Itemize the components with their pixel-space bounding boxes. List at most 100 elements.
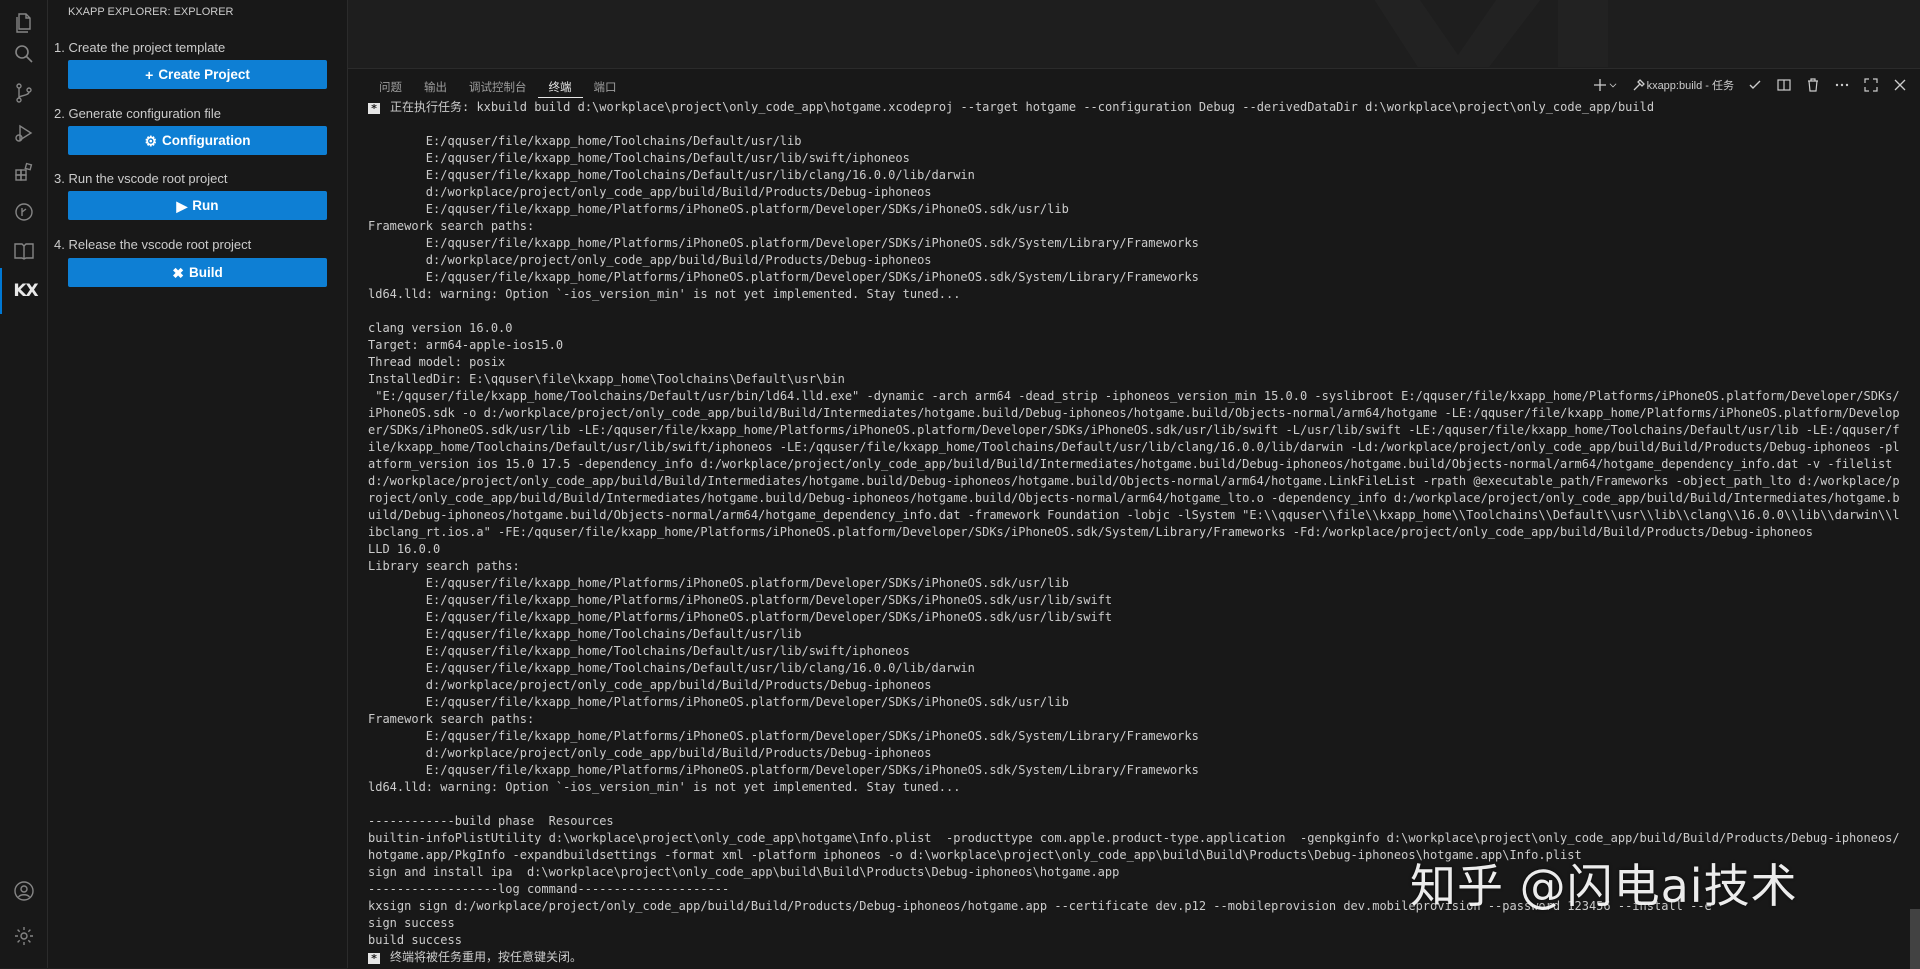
terminal-line-text: E:/qquser/file/kxapp_home/Platforms/iPho… [368,593,1113,607]
terminal-line-text: ------------------log command-----------… [368,882,730,896]
terminal-line-text: E:/qquser/file/kxapp_home/Platforms/iPho… [368,202,1069,216]
terminal-line-text: E:/qquser/file/kxapp_home/Platforms/iPho… [368,236,1199,250]
terminal-line: E:/qquser/file/kxapp_home/Platforms/iPho… [368,609,1900,626]
terminal-line-text: Framework search paths: [368,219,535,233]
check-icon [1749,80,1761,89]
terminal-line-text: Library search paths: [368,559,520,573]
gear-icon: ⚙ [144,132,158,149]
task-marker-icon: * [368,103,380,115]
terminal-line-text: E:/qquser/file/kxapp_home/Platforms/iPho… [368,270,1199,284]
terminal-output[interactable]: * 正在执行任务: kxbuild build d:\workplace\proj… [368,99,1900,965]
create-project-button[interactable]: + Create Project [68,60,327,89]
terminal-line: E:/qquser/file/kxapp_home/Toolchains/Def… [368,150,1900,167]
terminal-line: E:/qquser/file/kxapp_home/Toolchains/Def… [368,133,1900,150]
terminal-line: ------------build phase Resources [368,813,1900,830]
kill-terminal-button[interactable] [1805,77,1821,93]
terminal-scrollbar[interactable] [1910,909,1920,969]
terminal-line-text: LLD 16.0.0 [368,542,441,556]
configuration-label: Configuration [162,133,251,148]
terminal-line: * 终端将被任务重用，按任意键关闭。 [368,949,1900,965]
terminal-line: Framework search paths: [368,218,1900,235]
terminal-line: d:/workplace/project/only_code_app/build… [368,184,1900,201]
kx-extension-icon[interactable]: KX [0,268,49,314]
new-terminal-button[interactable] [1592,77,1618,93]
terminal-line: E:/qquser/file/kxapp_home/Toolchains/Def… [368,643,1900,660]
terminal-line-text: 终端将被任务重用，按任意键关闭。 [390,950,583,964]
terminal-line: Library search paths: [368,558,1900,575]
terminal-line-text: Target: arm64-apple-ios15.0 [368,338,564,352]
terminal-line-text: d:/workplace/project/only_code_app/build… [368,185,932,199]
terminal-line-text: build success [368,933,462,947]
terminal-line: "E:/qquser/file/kxapp_home/Toolchains/De… [368,388,1900,541]
terminal-line-text: E:/qquser/file/kxapp_home/Toolchains/Def… [368,661,975,675]
terminal-line-text: E:/qquser/file/kxapp_home/Toolchains/Def… [368,627,802,641]
plus-icon [1593,79,1606,91]
sidebar-title: KXAPP EXPLORER: EXPLORER [68,6,234,18]
terminal-name: kxapp:build - 任务 [1646,80,1734,92]
terminal-line-text: clang version 16.0.0 [368,321,513,335]
terminal-line: E:/qquser/file/kxapp_home/Platforms/iPho… [368,201,1900,218]
terminal-line: E:/qquser/file/kxapp_home/Platforms/iPho… [368,575,1900,592]
editor-area [348,0,1920,68]
account-icon[interactable] [0,868,47,914]
maximize-panel-button[interactable] [1863,77,1879,93]
terminal-line: Thread model: posix [368,354,1900,371]
terminal-line-text: ------------build phase Resources [368,814,614,828]
terminal-line-text: Framework search paths: [368,712,535,726]
terminal-panel: 问题 输出 调试控制台 终端 端口 kxapp:build - 任务 * 正在执… [348,68,1920,969]
close-icon [1894,79,1906,91]
task-marker-icon: * [368,953,380,965]
terminal-line: ld64.lld: warning: Option `-ios_version_… [368,286,1900,303]
terminal-line-text: d:/workplace/project/only_code_app/build… [368,253,932,267]
tools-icon: ✖ [172,264,184,281]
terminal-line-text: E:/qquser/file/kxapp_home/Toolchains/Def… [368,644,910,658]
terminal-line: d:/workplace/project/only_code_app/build… [368,745,1900,762]
tab-terminal[interactable]: 终端 [537,79,583,98]
close-panel-button[interactable] [1892,77,1908,93]
step-1-label: 1. Create the project template [54,40,226,55]
terminal-line: build success [368,932,1900,949]
step-2-label: 2. Generate configuration file [54,106,221,121]
terminal-line-text: InstalledDir: E:\qquser\file\kxapp_home\… [368,372,845,386]
split-terminal-button[interactable] [1776,77,1792,93]
terminal-line: E:/qquser/file/kxapp_home/Toolchains/Def… [368,167,1900,184]
terminal-line: ld64.lld: warning: Option `-ios_version_… [368,779,1900,796]
zhihu-watermark: 知乎 @闪电ai技术 [1410,859,1798,913]
tools-icon [1633,79,1645,91]
run-label: Run [192,198,219,213]
terminal-line-text: "E:/qquser/file/kxapp_home/Toolchains/De… [368,389,1900,539]
terminal-line: d:/workplace/project/only_code_app/build… [368,252,1900,269]
activity-bar: KX [0,0,48,968]
terminal-line-text: E:/qquser/file/kxapp_home/Toolchains/Def… [368,134,802,148]
terminal-line-text: E:/qquser/file/kxapp_home/Platforms/iPho… [368,576,1069,590]
more-actions-button[interactable] [1834,77,1850,93]
terminal-line: sign success [368,915,1900,932]
build-label: Build [188,265,223,280]
terminal-line-text: E:/qquser/file/kxapp_home/Platforms/iPho… [368,763,1199,777]
terminal-line: LLD 16.0.0 [368,541,1900,558]
ellipsis-icon [1835,83,1849,87]
settings-gear-icon[interactable] [0,913,47,959]
terminal-line: E:/qquser/file/kxapp_home/Platforms/iPho… [368,592,1900,609]
terminal-line: d:/workplace/project/only_code_app/build… [368,677,1900,694]
configuration-button[interactable]: ⚙ Configuration [68,126,327,155]
terminal-line: Target: arm64-apple-ios15.0 [368,337,1900,354]
terminal-line-text: d:/workplace/project/only_code_app/build… [368,746,932,760]
maximize-icon [1864,78,1878,92]
task-check-button[interactable] [1747,77,1763,93]
terminal-line-text: ld64.lld: warning: Option `-ios_version_… [368,780,961,794]
terminal-line-text: ld64.lld: warning: Option `-ios_version_… [368,287,961,301]
kxapp-explorer-sidebar: KXAPP EXPLORER: EXPLORER 1. Create the p… [48,0,348,968]
terminal-line-text: d:/workplace/project/only_code_app/build… [368,678,932,692]
terminal-line-text: E:/qquser/file/kxapp_home/Platforms/iPho… [368,729,1199,743]
build-button[interactable]: ✖ Build [68,258,327,287]
terminal-line-text: Thread model: posix [368,355,506,369]
run-button[interactable]: ▶ Run [68,191,327,220]
split-icon [1777,79,1791,91]
terminal-line: E:/qquser/file/kxapp_home/Platforms/iPho… [368,694,1900,711]
terminal-line-text: E:/qquser/file/kxapp_home/Platforms/iPho… [368,610,1113,624]
terminal-selector[interactable]: kxapp:build - 任务 [1631,77,1734,93]
terminal-line: E:/qquser/file/kxapp_home/Platforms/iPho… [368,728,1900,745]
